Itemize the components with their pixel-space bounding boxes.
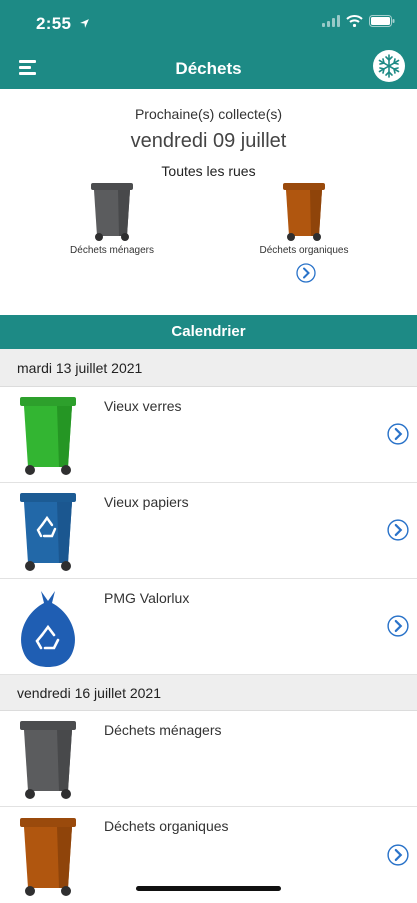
app-logo-button[interactable] (373, 50, 405, 82)
calendar-header: Calendrier (0, 315, 417, 349)
chevron-right-icon[interactable] (387, 844, 409, 871)
next-collection-heading: Prochaine(s) collecte(s) (134, 106, 283, 122)
next-collection-date: vendredi 09 juillet (130, 130, 287, 152)
location-arrow-icon (79, 16, 90, 34)
collection-label: Déchets ménagers (104, 722, 222, 738)
top-bar: 2:55 Déchets (0, 0, 417, 89)
signal-icon (322, 14, 340, 32)
more-collections-button[interactable] (296, 263, 316, 288)
gray-bin-icon (91, 183, 133, 241)
collection-label: Vieux verres (104, 398, 182, 414)
collection-label: PMG Valorlux (104, 590, 190, 606)
page-title: Déchets (175, 59, 242, 78)
blue-recycle-bin-icon (17, 491, 79, 578)
next-bin-household: Déchets ménagers (42, 181, 182, 256)
green-bin-icon (17, 395, 79, 482)
status-time: 2:55 (36, 14, 72, 33)
collection-item-glass[interactable]: Vieux verres (0, 387, 417, 483)
collection-item-pmg[interactable]: PMG Valorlux (0, 579, 417, 675)
brown-bin-icon (283, 183, 325, 241)
collection-item-paper[interactable]: Vieux papiers (0, 483, 417, 579)
gray-bin-icon (17, 719, 79, 806)
chevron-right-icon (296, 263, 316, 283)
home-indicator[interactable] (136, 886, 281, 891)
date-header: mardi 13 juillet 2021 (0, 349, 417, 387)
street-label: Toutes les rues (161, 163, 256, 179)
chevron-right-icon[interactable] (387, 423, 409, 450)
battery-icon (369, 14, 395, 32)
bin-label: Déchets organiques (259, 245, 349, 256)
next-collection-panel: Prochaine(s) collecte(s) vendredi 09 jui… (0, 89, 417, 315)
blue-recycle-bag-icon (17, 587, 79, 674)
bin-label: Déchets ménagers (70, 245, 154, 256)
chevron-right-icon[interactable] (387, 519, 409, 546)
snowflake-logo-icon (378, 54, 400, 78)
date-header: vendredi 16 juillet 2021 (0, 675, 417, 711)
chevron-right-icon[interactable] (387, 615, 409, 642)
collection-item-household[interactable]: Déchets ménagers (0, 711, 417, 807)
wifi-icon (346, 14, 363, 32)
next-bin-organic: Déchets organiques (234, 181, 374, 256)
collection-label: Vieux papiers (104, 494, 189, 510)
collection-label: Déchets organiques (104, 818, 229, 834)
status-icons (322, 14, 395, 32)
brown-bin-icon (17, 816, 79, 903)
